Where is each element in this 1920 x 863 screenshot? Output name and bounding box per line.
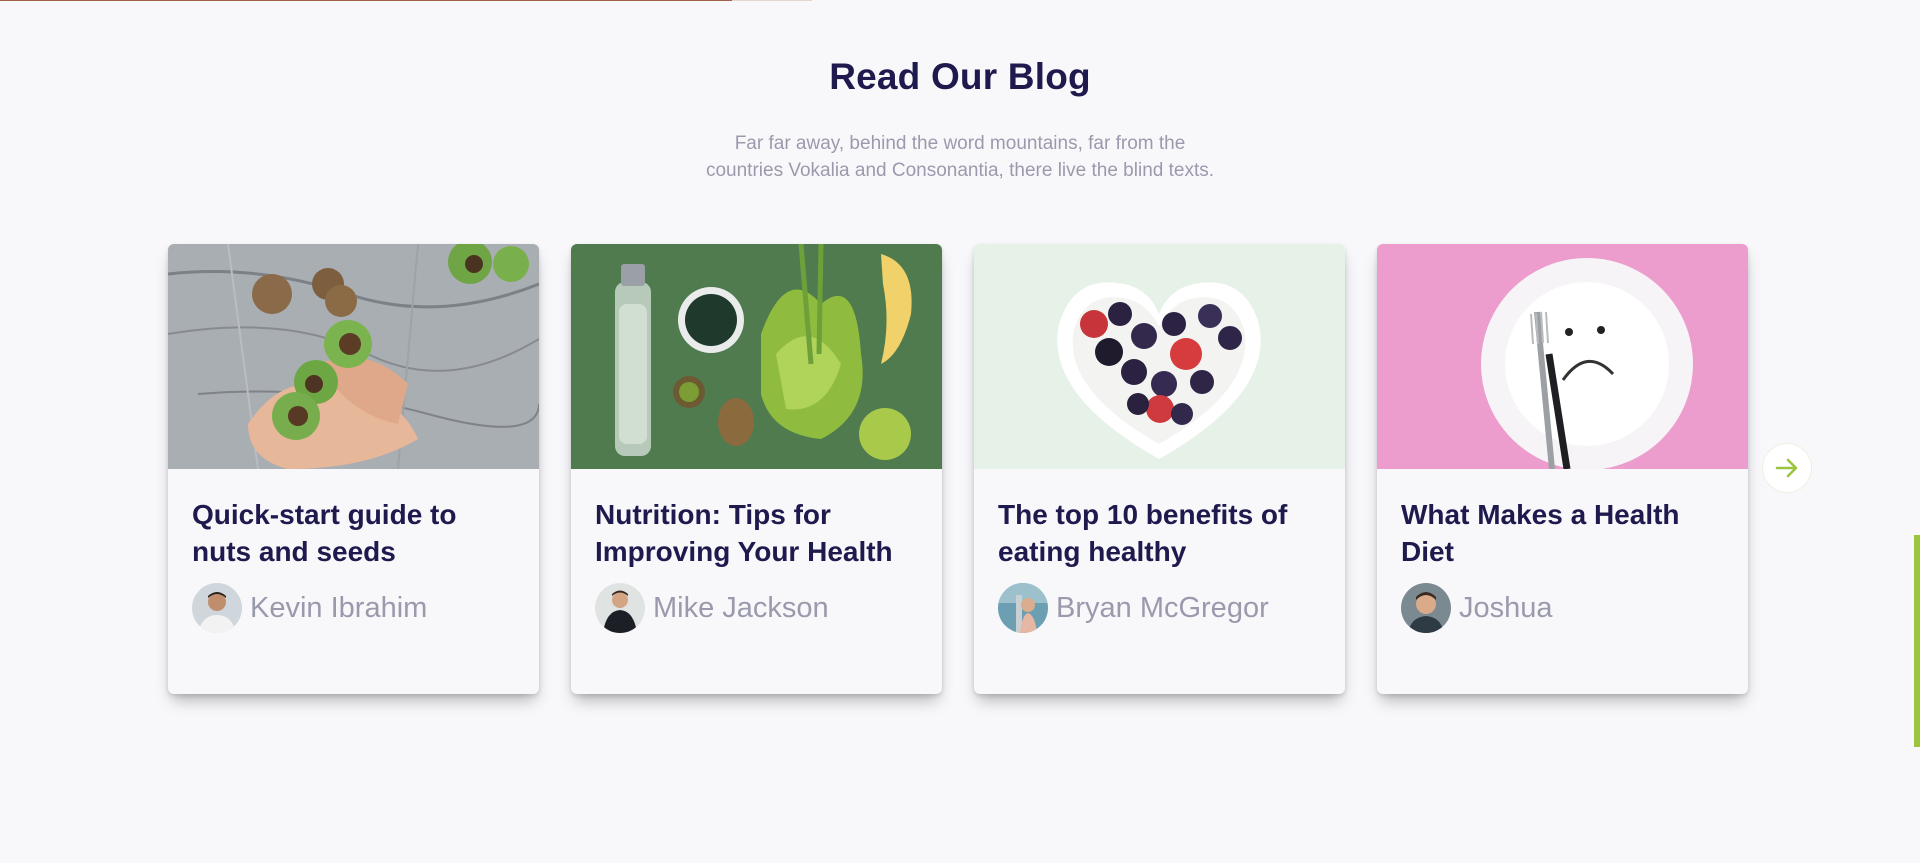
blog-card-author[interactable]: Joshua [1401, 583, 1553, 633]
author-avatar [998, 583, 1048, 633]
top-progress-bar [0, 0, 732, 1]
blog-card-author[interactable]: Kevin Ibrahim [192, 583, 427, 633]
heart-bowl-berries-photo[interactable] [974, 244, 1345, 469]
section-subtitle: Far far away, behind the word mountains,… [705, 133, 1215, 181]
blog-card[interactable]: Nutrition: Tips for Improving Your Healt… [571, 244, 942, 694]
blog-card-title[interactable]: The top 10 benefits of eating healthy [998, 496, 1323, 570]
blog-card[interactable]: Quick-start guide to nuts and seeds Kevi… [168, 244, 539, 694]
blog-card-author[interactable]: Mike Jackson [595, 583, 829, 633]
section-title: Read Our Blog [829, 56, 1091, 97]
author-avatar [192, 583, 242, 633]
author-name: Kevin Ibrahim [250, 591, 428, 624]
water-bottle-greens-fruit-photo[interactable] [571, 244, 942, 469]
author-avatar [1401, 583, 1451, 633]
blog-card[interactable]: The top 10 benefits of eating healthy Br… [974, 244, 1345, 694]
blog-card-list: Quick-start guide to nuts and seeds Kevi… [168, 244, 1748, 694]
blog-card[interactable]: What Makes a Health Diet Joshua [1377, 244, 1748, 694]
author-name: Bryan McGregor [1056, 591, 1269, 624]
author-name: Mike Jackson [653, 591, 829, 624]
author-avatar [595, 583, 645, 633]
hands-holding-walnuts-photo[interactable] [168, 244, 539, 469]
carousel-next-button[interactable] [1762, 443, 1812, 493]
scrollbar-thumb[interactable] [1914, 535, 1920, 747]
top-progress-track [732, 0, 812, 1]
blog-card-title[interactable]: Quick-start guide to nuts and seeds [192, 496, 517, 570]
sad-face-plate-fork-photo[interactable] [1377, 244, 1748, 469]
blog-card-author[interactable]: Bryan McGregor [998, 583, 1269, 633]
blog-card-title[interactable]: What Makes a Health Diet [1401, 496, 1726, 570]
blog-card-title[interactable]: Nutrition: Tips for Improving Your Healt… [595, 496, 920, 570]
author-name: Joshua [1459, 591, 1553, 624]
arrow-right-icon [1775, 458, 1798, 478]
